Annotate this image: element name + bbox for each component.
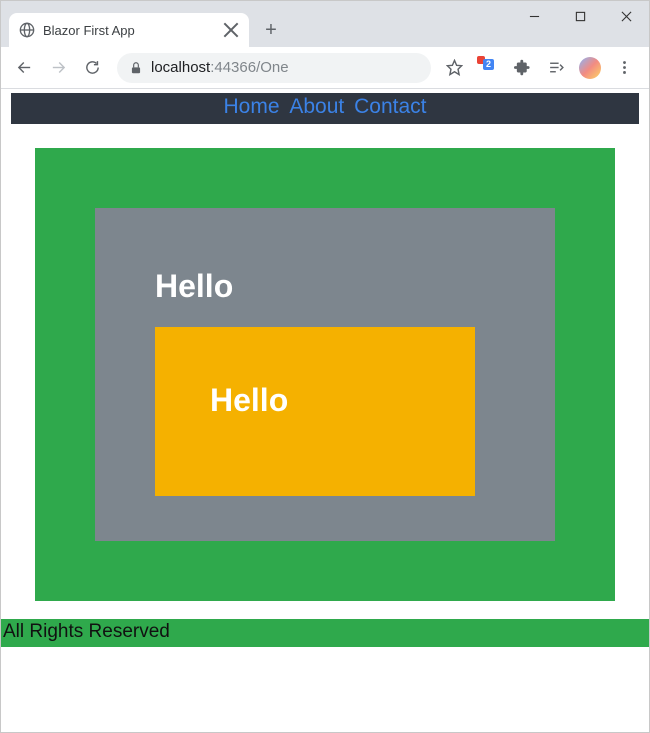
extensions-button[interactable] — [507, 53, 537, 83]
nav-forward-button[interactable] — [41, 51, 75, 85]
nav-link-home[interactable]: Home — [224, 95, 280, 118]
plus-icon: + — [265, 19, 277, 42]
page-footer: All Rights Reserved — [1, 619, 649, 647]
window-minimize-button[interactable] — [511, 1, 557, 31]
tab-title: Blazor First App — [43, 23, 135, 38]
nav-link-contact[interactable]: Contact — [354, 95, 426, 118]
new-tab-button[interactable]: + — [257, 16, 285, 44]
window-maximize-button[interactable] — [557, 1, 603, 31]
top-nav: Home About Contact — [11, 93, 639, 124]
middle-panel: Hello Hello — [95, 208, 555, 541]
outer-heading: Hello — [155, 268, 555, 305]
page-viewport: Home About Contact Hello Hello All Right… — [1, 89, 649, 732]
browser-toolbar: localhost:44366/One 2 — [1, 47, 649, 89]
extension-badge[interactable]: 2 — [473, 53, 503, 83]
globe-icon — [19, 22, 35, 38]
profile-button[interactable] — [575, 53, 605, 83]
footer-text: All Rights Reserved — [1, 621, 170, 642]
nav-back-button[interactable] — [7, 51, 41, 85]
omnibox-path: :44366/One — [210, 59, 288, 76]
omnibox-host: localhost — [151, 59, 210, 76]
lock-icon — [129, 61, 143, 75]
inner-panel: Hello — [155, 327, 475, 496]
omnibox[interactable]: localhost:44366/One — [117, 53, 431, 83]
avatar-icon — [579, 57, 601, 79]
toolbar-actions: 2 — [439, 53, 643, 83]
nav-link-about[interactable]: About — [289, 95, 344, 118]
bookmark-button[interactable] — [439, 53, 469, 83]
nav-reload-button[interactable] — [75, 51, 109, 85]
window-controls — [511, 1, 649, 31]
menu-button[interactable] — [609, 53, 639, 83]
reading-list-button[interactable] — [541, 53, 571, 83]
extension-count-badge: 2 — [483, 59, 494, 70]
window-close-button[interactable] — [603, 1, 649, 31]
tab-close-icon[interactable] — [223, 22, 239, 38]
inner-heading: Hello — [210, 382, 475, 419]
outer-panel: Hello Hello — [35, 148, 615, 601]
window-titlebar: Blazor First App + — [1, 1, 649, 47]
browser-tab[interactable]: Blazor First App — [9, 13, 249, 47]
